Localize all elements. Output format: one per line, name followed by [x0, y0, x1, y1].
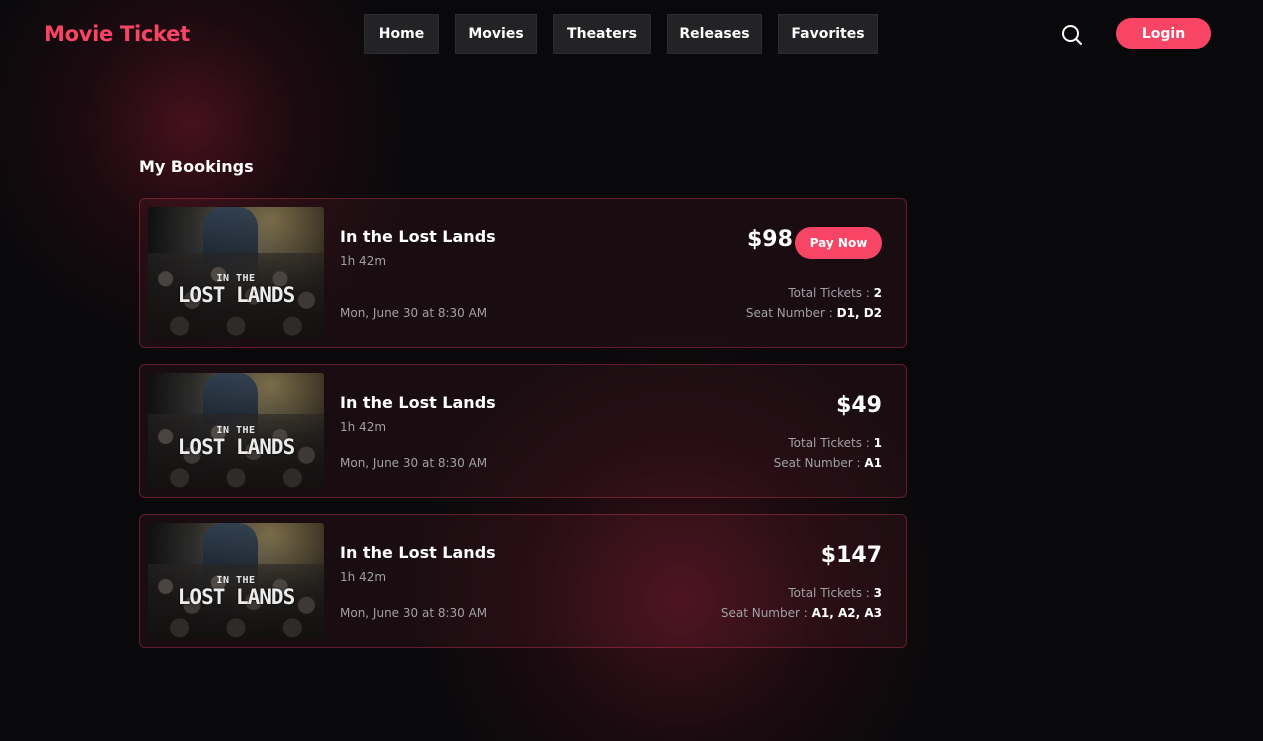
page: Movie Ticket Home Movies Theaters Releas… [0, 0, 1263, 741]
seat-number-value: D1, D2 [836, 306, 882, 320]
showtime: Mon, June 30 at 8:30 AM [340, 456, 488, 470]
nav-releases[interactable]: Releases [667, 14, 762, 54]
poster-title-line: LOST LANDS [177, 283, 295, 307]
seat-number: Seat Number : A1 [774, 456, 882, 470]
movie-duration: 1h 42m [340, 254, 387, 268]
booking-card: IN THE LOST LANDS In the Lost Lands 1h 4… [139, 514, 907, 648]
booking-card: IN THE LOST LANDS In the Lost Lands 1h 4… [139, 198, 907, 348]
total-tickets: Total Tickets : 1 [788, 436, 882, 450]
nav-theaters[interactable]: Theaters [553, 14, 651, 54]
page-title: My Bookings [139, 157, 254, 176]
booking-card: IN THE LOST LANDS In the Lost Lands 1h 4… [139, 364, 907, 498]
nav-home[interactable]: Home [364, 14, 439, 54]
seat-number: Seat Number : A1, A2, A3 [721, 606, 882, 620]
total-tickets-label: Total Tickets : [788, 436, 870, 450]
showtime: Mon, June 30 at 8:30 AM [340, 606, 488, 620]
poster-title-line: LOST LANDS [177, 585, 295, 609]
total-tickets-value: 1 [873, 436, 882, 450]
booking-price: $49 [836, 393, 882, 418]
pay-now-button[interactable]: Pay Now [795, 227, 882, 259]
movie-title: In the Lost Lands [340, 543, 496, 562]
seat-number-label: Seat Number : [745, 306, 833, 320]
poster-title-line: LOST LANDS [177, 435, 295, 459]
main-nav: Home Movies Theaters Releases Favorites [364, 14, 878, 54]
total-tickets-value: 2 [873, 286, 882, 300]
booking-price: $98 [747, 227, 793, 252]
total-tickets: Total Tickets : 3 [788, 586, 882, 600]
movie-duration: 1h 42m [340, 420, 387, 434]
nav-favorites[interactable]: Favorites [778, 14, 878, 54]
total-tickets: Total Tickets : 2 [788, 286, 882, 300]
seat-number-value: A1, A2, A3 [811, 606, 882, 620]
movie-title: In the Lost Lands [340, 393, 496, 412]
logo[interactable]: Movie Ticket [44, 22, 190, 46]
showtime: Mon, June 30 at 8:30 AM [340, 306, 488, 320]
movie-title: In the Lost Lands [340, 227, 496, 246]
booking-price: $147 [820, 543, 882, 568]
search-icon[interactable] [1060, 23, 1084, 47]
total-tickets-label: Total Tickets : [788, 286, 870, 300]
movie-poster[interactable]: IN THE LOST LANDS [148, 373, 324, 489]
total-tickets-value: 3 [873, 586, 882, 600]
total-tickets-label: Total Tickets : [788, 586, 870, 600]
seat-number: Seat Number : D1, D2 [746, 306, 882, 320]
movie-duration: 1h 42m [340, 570, 387, 584]
login-button[interactable]: Login [1116, 18, 1211, 49]
movie-poster[interactable]: IN THE LOST LANDS [148, 523, 324, 639]
seat-number-value: A1 [864, 456, 882, 470]
nav-movies[interactable]: Movies [455, 14, 537, 54]
movie-poster[interactable]: IN THE LOST LANDS [148, 207, 324, 339]
seat-number-label: Seat Number : [773, 456, 861, 470]
seat-number-label: Seat Number : [720, 606, 808, 620]
